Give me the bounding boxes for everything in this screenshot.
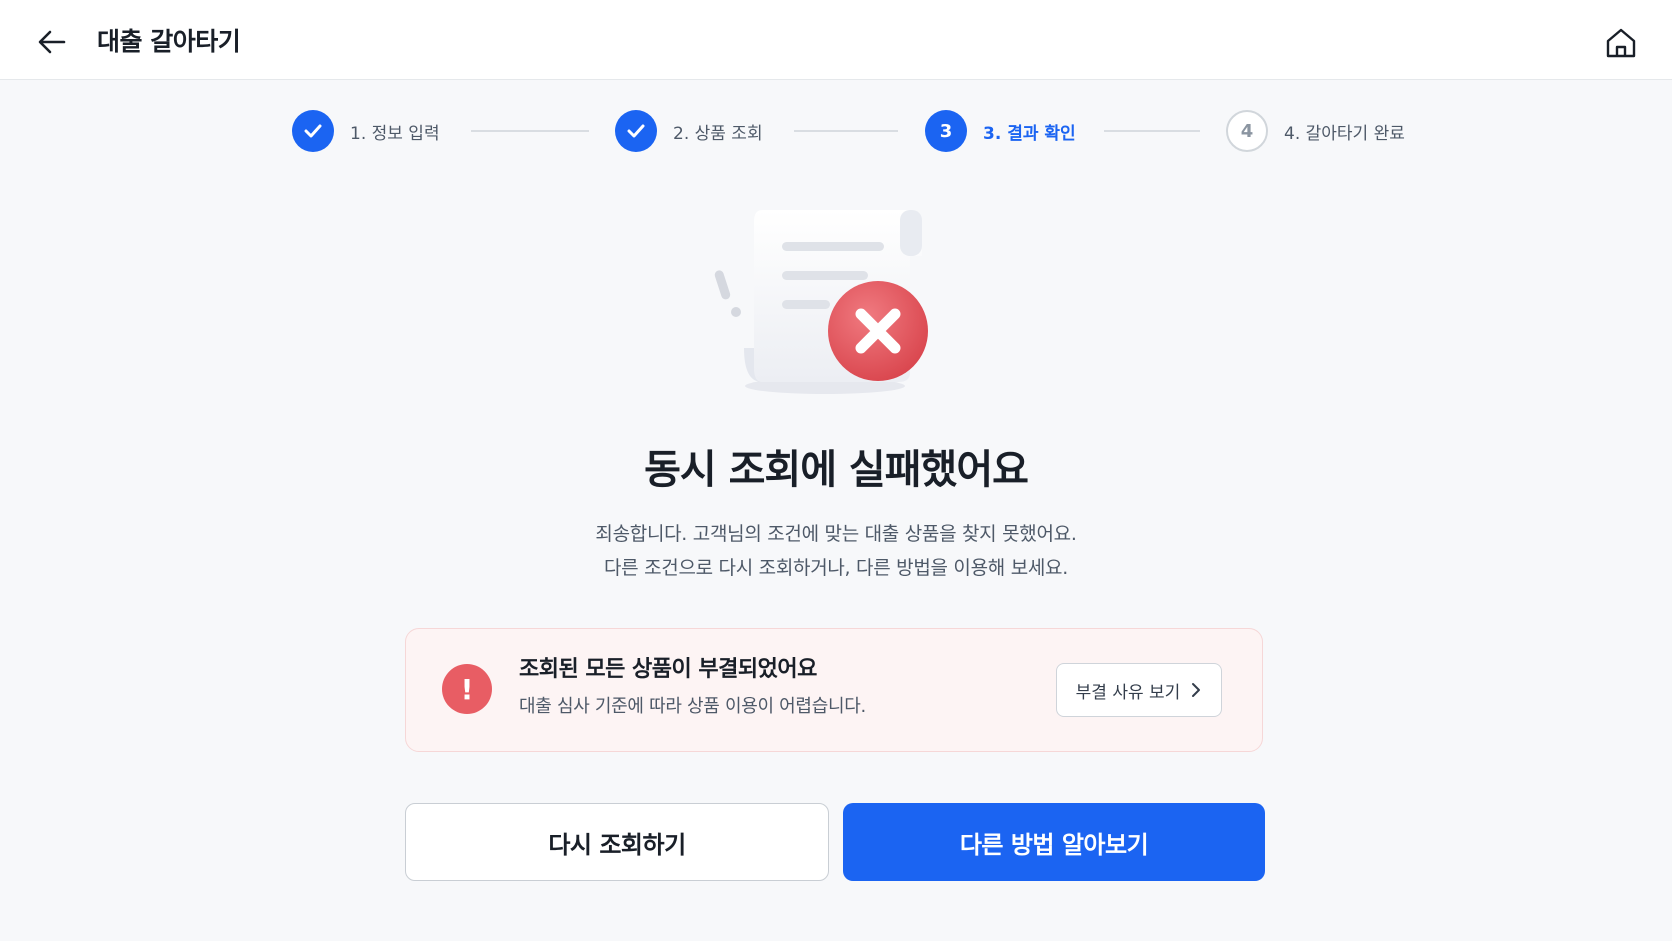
home-icon (1606, 28, 1636, 58)
result-title: 동시 조회에 실패했어요 (644, 447, 1029, 493)
step-connector (794, 130, 898, 132)
alert-subtitle: 대출 심사 기준에 따라 상품 이용이 어렵습니다. (519, 696, 866, 717)
check-icon (304, 124, 322, 138)
step-info-input: 1. 정보 입력 (292, 110, 440, 152)
failed-document-icon (714, 210, 928, 394)
step-complete-indicator (292, 110, 334, 152)
step-result-check: 3 3. 결과 확인 (925, 110, 1076, 152)
step-label: 3. 결과 확인 (983, 123, 1076, 144)
step-product-search: 2. 상품 조회 (615, 110, 763, 152)
explore-alternatives-button[interactable]: 다른 방법 알아보기 (843, 803, 1265, 881)
page-title: 대출 갈아타기 (97, 27, 241, 56)
step-connector (1104, 130, 1200, 132)
back-button[interactable] (32, 22, 72, 62)
progress-stepper: 1. 정보 입력 2. 상품 조회 3 3. 결과 확인 4 4. 갈아타기 완… (0, 110, 1672, 152)
step-label: 4. 갈아타기 완료 (1284, 123, 1405, 144)
arrow-left-icon (38, 30, 66, 54)
home-button[interactable] (1600, 22, 1642, 64)
step-number: 3 (925, 110, 967, 152)
button-label: 부결 사유 보기 (1075, 682, 1181, 703)
rejection-alert-card: ! 조회된 모든 상품이 부결되었어요 대출 심사 기준에 따라 상품 이용이 … (405, 628, 1263, 752)
step-connector (471, 130, 589, 132)
chevron-right-icon (1192, 683, 1201, 697)
result-description: 죄송합니다. 고객님의 조건에 맞는 대출 상품을 찾지 못했어요. (595, 523, 1077, 545)
alert-title: 조회된 모든 상품이 부결되었어요 (519, 657, 817, 682)
exclamation-icon: ! (442, 664, 492, 714)
step-label: 1. 정보 입력 (350, 123, 440, 144)
view-rejection-reason-button[interactable]: 부결 사유 보기 (1056, 663, 1222, 717)
step-complete-indicator (615, 110, 657, 152)
check-icon (627, 124, 645, 138)
failed-document-illustration (700, 198, 950, 398)
result-description: 다른 조건으로 다시 조회하거나, 다른 방법을 이용해 보세요. (604, 557, 1068, 579)
step-refinance-complete: 4 4. 갈아타기 완료 (1226, 110, 1405, 152)
top-app-bar: 대출 갈아타기 (0, 0, 1672, 80)
retry-search-button[interactable]: 다시 조회하기 (405, 803, 829, 881)
step-label: 2. 상품 조회 (673, 123, 763, 144)
step-number: 4 (1226, 110, 1268, 152)
